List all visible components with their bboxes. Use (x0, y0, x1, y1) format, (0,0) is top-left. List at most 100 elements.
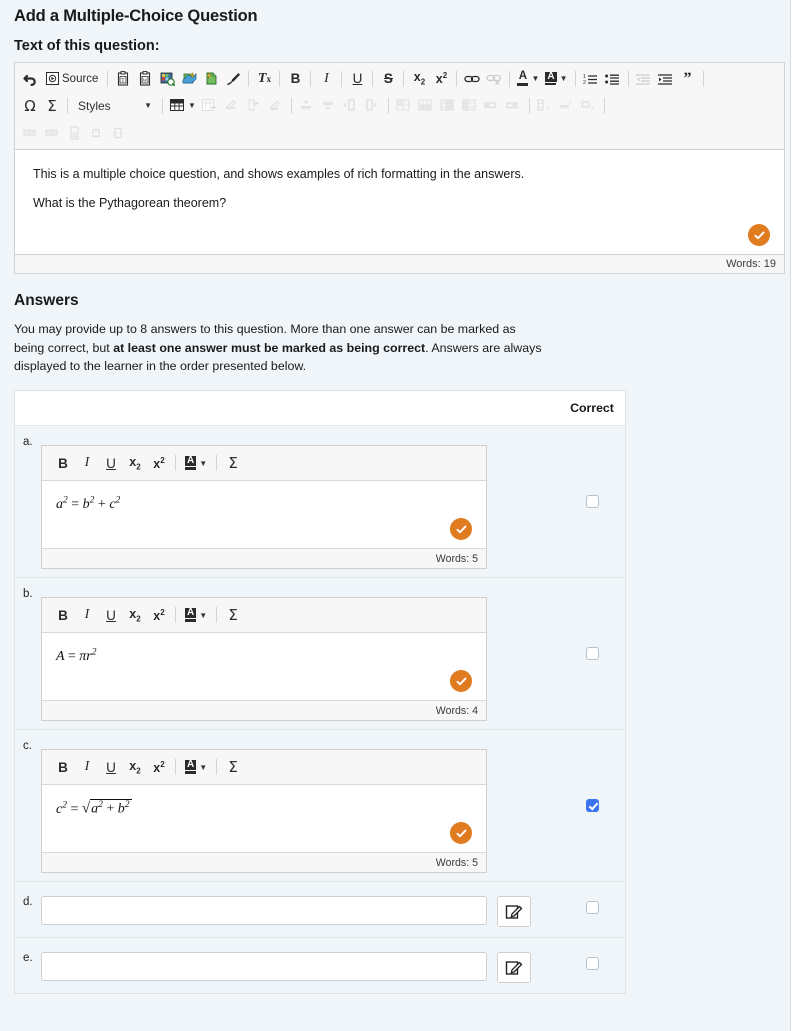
answer-row: c. B I Ux2 x2 A ▼ Σc2 = √a2 + b2 Words: 5 (15, 730, 625, 883)
subscript-icon[interactable]: x2 (408, 68, 430, 90)
answer-editor-toolbar: B I Ux2 x2 A ▼ Σ (42, 598, 486, 634)
paste-text-icon[interactable]: T (112, 68, 134, 90)
accessibility-check-icon[interactable] (450, 822, 472, 845)
insert-equation-icon[interactable]: Σ (221, 451, 245, 475)
page-title: Add a Multiple-Choice Question (14, 7, 258, 25)
superscript-icon[interactable]: x2 (147, 451, 171, 475)
bold-icon[interactable]: B (284, 68, 306, 90)
insert-table-icon[interactable]: ▼ (167, 95, 199, 117)
answer-edit-cell (497, 730, 559, 881)
source-button-label: Source (62, 72, 99, 85)
insert-equation-icon[interactable]: Σ (221, 603, 245, 627)
italic-icon[interactable]: I (75, 755, 99, 779)
correct-checkbox[interactable] (585, 647, 599, 661)
bulleted-list-icon[interactable] (602, 68, 624, 90)
insert-row-after-icon (318, 95, 340, 117)
question-editor-body[interactable]: This is a multiple choice question, and … (15, 150, 784, 254)
remove-format-icon[interactable]: Tx (253, 68, 275, 90)
text-color-icon[interactable]: A ▼ (514, 68, 542, 90)
bold-icon[interactable]: B (51, 603, 75, 627)
underline-icon[interactable]: U (99, 603, 123, 627)
insert-equation-icon[interactable]: Σ (41, 95, 63, 117)
answer-text-input[interactable] (41, 952, 487, 982)
page-root: Add a Multiple-Choice Question Text of t… (0, 0, 800, 1031)
correct-checkbox[interactable] (585, 957, 599, 971)
answer-letter: a. (23, 436, 33, 449)
editor-footer: Words: 19 (15, 254, 784, 273)
insert-image-icon[interactable] (156, 68, 178, 90)
answer-row: b. B I Ux2 x2 A ▼ Σ A = πr2 Words: 4 (15, 578, 625, 731)
insert-media-icon[interactable] (178, 68, 200, 90)
numbered-list-icon[interactable]: 12 (580, 68, 602, 90)
accessibility-check-icon[interactable] (748, 224, 770, 246)
underline-icon[interactable]: U (99, 755, 123, 779)
answers-table-header: Correct (15, 391, 625, 427)
source-button[interactable]: Source (41, 68, 103, 90)
subscript-icon[interactable]: x2 (123, 755, 147, 779)
open-editor-icon[interactable] (497, 952, 531, 984)
italic-icon[interactable]: I (75, 603, 99, 627)
toolbar-separator (216, 759, 218, 776)
insert-row-before-icon (296, 95, 318, 117)
answer-rich-text-editor: B I Ux2 x2 A ▼ Σc2 = √a2 + b2 Words: 5 (41, 749, 487, 874)
increase-indent-icon[interactable] (655, 68, 677, 90)
superscript-icon[interactable]: x2 (147, 603, 171, 627)
underline-icon[interactable]: U (99, 451, 123, 475)
answer-text-input[interactable] (41, 896, 487, 926)
answer-edit-cell (497, 882, 559, 937)
answer-row: e. (15, 938, 625, 994)
toolbar-separator (387, 97, 389, 114)
insert-equation-icon[interactable]: Σ (221, 755, 245, 779)
blockquote-icon[interactable]: ” (677, 68, 699, 90)
styles-dropdown[interactable]: Styles ▼ (72, 95, 158, 117)
superscript-icon[interactable]: x2 (147, 755, 171, 779)
correct-checkbox[interactable] (585, 799, 599, 813)
open-editor-icon[interactable] (497, 896, 531, 928)
superscript-icon[interactable]: x2 (430, 68, 452, 90)
answer-editor-body[interactable]: c2 = √a2 + b2 (42, 785, 486, 853)
answer-editor-body[interactable]: A = πr2 (42, 633, 486, 701)
chevron-down-icon: ▼ (144, 101, 152, 110)
paste-word-icon[interactable]: W (134, 68, 156, 90)
chevron-down-icon: ▼ (531, 74, 540, 83)
format-painter-icon[interactable] (222, 68, 244, 90)
answer-correct-cell (559, 426, 625, 577)
answer-editor-body[interactable]: a2 = b2 + c2 (42, 481, 486, 549)
insert-summary-icon (503, 95, 525, 117)
answer-letter: c. (23, 740, 32, 753)
correct-checkbox[interactable] (585, 901, 599, 915)
toolbar-separator (528, 97, 530, 114)
toolbar-separator (279, 70, 281, 87)
delete-cell-icon (265, 95, 287, 117)
bold-icon[interactable]: B (51, 451, 75, 475)
answers-description-emphasis: at least one answer must be marked as be… (113, 340, 426, 355)
correct-checkbox[interactable] (585, 495, 599, 509)
insert-file-icon[interactable] (200, 68, 222, 90)
background-color-icon[interactable]: A ▼ (180, 603, 212, 627)
italic-icon[interactable]: I (315, 68, 337, 90)
background-color-icon[interactable]: A ▼ (180, 755, 212, 779)
cell-properties-icon (243, 95, 265, 117)
answer-cell: e. (15, 938, 497, 993)
table-properties-icon (199, 95, 221, 117)
accessibility-check-icon[interactable] (450, 670, 472, 693)
strikethrough-icon[interactable]: S (377, 68, 399, 90)
italic-icon[interactable]: I (75, 451, 99, 475)
link-icon[interactable] (461, 68, 483, 90)
toolbar-separator (702, 70, 704, 87)
subscript-icon[interactable]: x2 (123, 603, 147, 627)
merge-down-icon (437, 95, 459, 117)
svg-text:x: x (569, 100, 572, 106)
svg-text:x: x (591, 105, 594, 111)
special-character-icon[interactable]: Ω (19, 95, 41, 117)
background-color-icon[interactable]: A ▼ (542, 68, 570, 90)
word-count: Words: 19 (726, 258, 776, 270)
undo-icon[interactable] (19, 68, 41, 90)
bold-icon[interactable]: B (51, 755, 75, 779)
toolbar-separator (107, 70, 109, 87)
background-color-icon[interactable]: A ▼ (180, 451, 212, 475)
insert-caption-icon (481, 95, 503, 117)
underline-icon[interactable]: U (346, 68, 368, 90)
accessibility-check-icon[interactable] (450, 518, 472, 541)
subscript-icon[interactable]: x2 (123, 451, 147, 475)
